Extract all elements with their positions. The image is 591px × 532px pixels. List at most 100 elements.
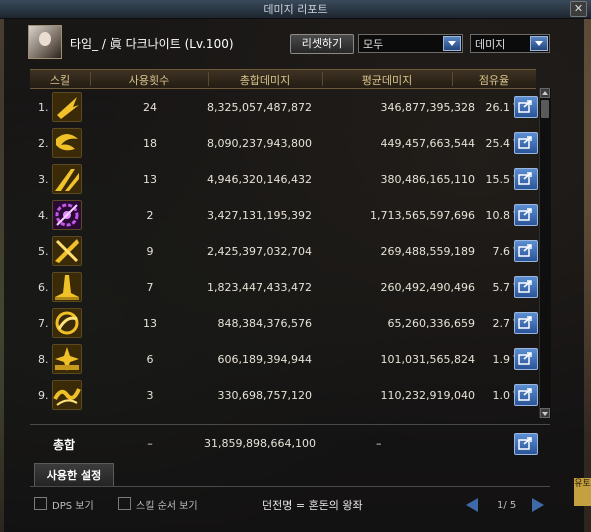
row-total-damage: 3,427,131,195,392 (207, 209, 312, 222)
share-button[interactable] (514, 168, 538, 190)
header-avg: 평균데미지 (361, 74, 413, 87)
table-header: 스킬 사용횟수 총합데미지 평균데미지 점유율 (30, 69, 536, 89)
share-icon (518, 136, 532, 149)
totals-share-button[interactable] (514, 433, 538, 455)
row-rank: 9. (38, 389, 49, 402)
share-button[interactable] (514, 348, 538, 370)
row-avg-damage: 1,713,565,597,696 (370, 209, 475, 222)
share-button[interactable] (514, 312, 538, 334)
skill-icon-gold-cross-slash (52, 236, 82, 266)
close-button[interactable]: ✕ (570, 1, 587, 17)
row-share: 2.7 (492, 317, 511, 330)
row-total-damage: 2,425,397,032,704 (207, 245, 312, 258)
page-indicator: 1/ 5 (497, 500, 517, 511)
row-count: 7 (146, 281, 154, 294)
share-icon (518, 280, 532, 293)
row-avg-damage: 260,492,490,496 (380, 281, 475, 294)
row-count: 18 (143, 137, 157, 150)
table-row[interactable]: 6. 7 1,823,447,433,472 260,492,490,496 5… (30, 269, 538, 305)
row-share: 1.0 (492, 389, 511, 402)
table-row[interactable]: 8. 6 606,189,394,944 101,031,565,824 1.9… (30, 341, 538, 377)
metric-dropdown[interactable]: 데미지 (470, 34, 550, 53)
side-tab[interactable]: 유토 (574, 478, 591, 506)
chevron-down-icon[interactable] (530, 36, 548, 51)
share-button[interactable] (514, 204, 538, 226)
row-total-damage: 848,384,376,576 (217, 317, 312, 330)
row-avg-damage: 65,260,336,659 (387, 317, 475, 330)
share-icon (518, 388, 532, 401)
prev-page-arrow-icon[interactable] (466, 498, 478, 512)
row-rank: 8. (38, 353, 49, 366)
share-button[interactable] (514, 132, 538, 154)
share-icon (518, 316, 532, 329)
share-icon (518, 172, 532, 185)
row-count: 13 (143, 173, 157, 186)
chevron-down-icon[interactable] (443, 36, 461, 51)
row-share: 26.1 (485, 101, 511, 114)
totals-label: 총합 (53, 438, 76, 452)
table-row[interactable]: 5. 9 2,425,397,032,704 269,488,559,189 7… (30, 233, 538, 269)
metric-dropdown-value: 데미지 (475, 38, 506, 51)
table-scrollbar[interactable] (539, 88, 551, 418)
share-icon (518, 208, 532, 221)
scroll-up-arrow-icon[interactable] (540, 88, 550, 98)
row-share: 7.6 (492, 245, 511, 258)
row-count: 2 (146, 209, 154, 222)
scroll-thumb[interactable] (541, 100, 549, 118)
row-share: 10.8 (485, 209, 511, 222)
window-title: 데미지 리포트 (263, 3, 328, 16)
skill-icon-gold-dash (52, 92, 82, 122)
used-settings-tab[interactable]: 사용한 설정 (34, 463, 114, 487)
divider (30, 424, 550, 425)
row-avg-damage: 269,488,559,189 (380, 245, 475, 258)
window-titlebar[interactable]: 데미지 리포트 ✕ (0, 0, 591, 19)
totals-avg-damage: – (376, 437, 382, 450)
reset-button[interactable]: 리셋하기 (290, 34, 354, 54)
skill-icon-purple-gear (52, 200, 82, 230)
share-icon (518, 352, 532, 365)
row-rank: 3. (38, 173, 49, 186)
row-total-damage: 4,946,320,146,432 (207, 173, 312, 186)
table-row[interactable]: 1. 24 8,325,057,487,872 346,877,395,328 … (30, 89, 538, 125)
table-row[interactable]: 4. 2 3,427,131,195,392 1,713,565,597,696… (30, 197, 538, 233)
table-row[interactable]: 3. 13 4,946,320,146,432 380,486,165,110 … (30, 161, 538, 197)
skill-order-label: 스킬 순서 보기 (136, 501, 198, 512)
row-rank: 5. (38, 245, 49, 258)
share-button[interactable] (514, 276, 538, 298)
dps-view-label: DPS 보기 (52, 501, 94, 512)
row-count: 6 (146, 353, 154, 366)
header-skill: 스킬 (49, 74, 71, 87)
dps-view-checkbox[interactable] (34, 497, 47, 510)
row-rank: 2. (38, 137, 49, 150)
row-rank: 6. (38, 281, 49, 294)
row-count: 24 (143, 101, 157, 114)
row-share: 15.5 (485, 173, 511, 186)
header-share: 점유율 (478, 74, 510, 87)
filter-dropdown-value: 모두 (363, 38, 384, 51)
table-row[interactable]: 9. 3 330,698,757,120 110,232,919,040 1.0… (30, 377, 538, 413)
share-button[interactable] (514, 384, 538, 406)
skill-icon-gold-pillar (52, 272, 82, 302)
next-page-arrow-icon[interactable] (532, 498, 544, 512)
header-count: 사용횟수 (128, 74, 170, 87)
row-avg-damage: 110,232,919,040 (380, 389, 475, 402)
row-rank: 1. (38, 101, 49, 114)
row-count: 9 (146, 245, 154, 258)
share-button[interactable] (514, 240, 538, 262)
skill-icon-gold-burst (52, 344, 82, 374)
totals-total-damage: 31,859,898,664,100 (204, 437, 316, 450)
row-avg-damage: 380,486,165,110 (380, 173, 475, 186)
share-icon (518, 244, 532, 257)
table-row[interactable]: 7. 13 848,384,376,576 65,260,336,659 2.7… (30, 305, 538, 341)
share-button[interactable] (514, 96, 538, 118)
row-avg-damage: 449,457,663,544 (380, 137, 475, 150)
table-row[interactable]: 2. 18 8,090,237,943,800 449,457,663,544 … (30, 125, 538, 161)
row-avg-damage: 346,877,395,328 (380, 101, 475, 114)
dungeon-name: 던전명 = 혼돈의 왕좌 (262, 499, 363, 512)
skill-icon-gold-vortex (52, 308, 82, 338)
scroll-down-arrow-icon[interactable] (540, 408, 550, 418)
skill-order-checkbox[interactable] (118, 497, 131, 510)
row-rank: 7. (38, 317, 49, 330)
filter-dropdown[interactable]: 모두 (358, 34, 463, 53)
row-total-damage: 330,698,757,120 (217, 389, 312, 402)
